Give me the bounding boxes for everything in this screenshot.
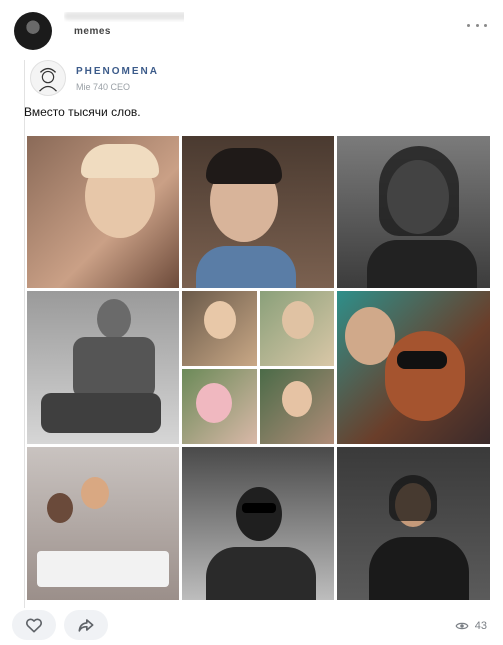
heart-outline-icon	[25, 618, 43, 633]
repost-author[interactable]: PHENOMENA	[76, 66, 159, 77]
eye-icon	[455, 622, 469, 630]
photo-tile-5[interactable]	[182, 291, 257, 366]
photo-tile-12[interactable]	[337, 447, 490, 600]
photo-tile-1[interactable]	[27, 136, 179, 288]
post-text: Вместо тысячи слов.	[24, 105, 141, 119]
photo-tile-11[interactable]	[182, 447, 334, 600]
photo-tile-4[interactable]	[27, 291, 179, 444]
photo-tile-8[interactable]	[260, 369, 334, 444]
post-header: memes	[0, 0, 503, 56]
photo-tile-9[interactable]	[337, 291, 490, 444]
photo-tile-7[interactable]	[182, 369, 257, 444]
views-count: 43	[474, 620, 487, 632]
views-counter: 43	[455, 619, 487, 633]
photo-tile-2[interactable]	[182, 136, 334, 288]
post-actions: 43	[0, 608, 503, 645]
sketch-avatar-icon	[31, 61, 65, 95]
more-horizontal-icon[interactable]	[467, 24, 487, 30]
photo-tile-10[interactable]	[27, 447, 179, 600]
like-button[interactable]	[12, 610, 56, 640]
share-button[interactable]	[64, 610, 108, 640]
photo-tile-6[interactable]	[260, 291, 334, 366]
group-avatar[interactable]	[14, 12, 52, 50]
repost-divider-line	[24, 60, 25, 608]
group-name-blurred[interactable]	[64, 12, 184, 22]
repost-avatar[interactable]	[30, 60, 66, 96]
photo-tile-3[interactable]	[337, 136, 490, 288]
repost-date: Mie 740 CEO	[76, 82, 131, 92]
photo-grid	[27, 136, 490, 600]
share-arrow-icon	[78, 619, 94, 632]
group-label[interactable]: memes	[74, 26, 111, 37]
